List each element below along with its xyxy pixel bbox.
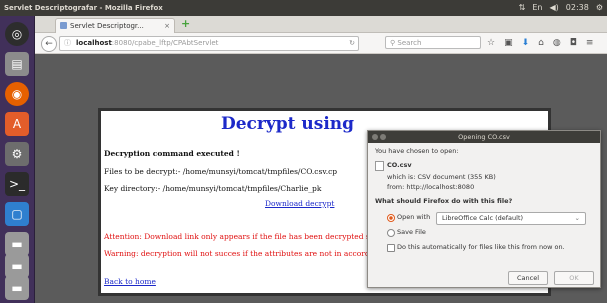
- decryption-status: Decryption command executed !: [104, 149, 240, 158]
- home-icon[interactable]: ⌂: [538, 36, 544, 50]
- url-text: localhost:8080/cpabe_lftp/CPAbtServlet: [76, 37, 218, 50]
- dialog-question: What should Firefox do with this file?: [375, 197, 513, 205]
- save-file-radio[interactable]: [387, 229, 395, 237]
- firefox-icon[interactable]: ◉: [5, 82, 29, 106]
- page-content: Decrypt using Decryption command execute…: [35, 54, 607, 303]
- dialog-titlebar: Opening CO.csv: [368, 131, 600, 143]
- auto-checkbox[interactable]: [387, 244, 395, 252]
- dialog-minimize-icon[interactable]: [380, 134, 386, 140]
- open-file-dialog: Opening CO.csv You have chosen to open: …: [367, 130, 601, 288]
- cancel-button[interactable]: Cancel: [508, 271, 548, 285]
- system-top-bar: Servlet Descriptografar - Mozilla Firefo…: [0, 0, 607, 16]
- software-center-icon[interactable]: A: [5, 112, 29, 136]
- url-host: localhost: [76, 39, 112, 47]
- file-name: CO.csv: [387, 161, 412, 169]
- tab-servlet[interactable]: Servlet Descriptogr... ×: [55, 18, 175, 33]
- drive-icon[interactable]: ▬: [5, 232, 29, 256]
- tab-strip: Servlet Descriptogr... × +: [35, 16, 607, 33]
- volume-icon[interactable]: ◀): [549, 0, 558, 16]
- files-line: Files to be decrypt:- /home/munsyi/tomca…: [104, 167, 338, 176]
- window-title: Servlet Descriptografar - Mozilla Firefo…: [4, 4, 163, 12]
- dialog-title: Opening CO.csv: [458, 133, 510, 141]
- terminal-icon[interactable]: >_: [5, 172, 29, 196]
- application-select[interactable]: LibreOffice Calc (default) ⌄: [436, 212, 586, 225]
- menu-icon[interactable]: ≡: [586, 36, 594, 50]
- page-title: Decrypt using: [221, 114, 355, 134]
- settings-icon[interactable]: ⚙: [596, 0, 603, 16]
- reload-icon[interactable]: ↻: [349, 37, 355, 50]
- tab-label: Servlet Descriptogr...: [70, 22, 144, 30]
- auto-label: Do this automatically for files like thi…: [397, 243, 565, 251]
- search-icon: ⚲: [390, 39, 396, 47]
- toolbar-icons: ☆ ▣ ⬇ ⌂ ◍ ◘ ≡: [487, 36, 593, 50]
- file-source: from: http://localhost:8080: [387, 183, 475, 191]
- pocket-icon[interactable]: ◍: [553, 36, 561, 50]
- url-path: :8080/cpabe_lftp/CPAbtServlet: [111, 39, 219, 47]
- key-directory-line: Key directory:- /home/munsyi/tomcat/tmpf…: [104, 184, 322, 193]
- network-icon[interactable]: ⇅: [519, 0, 526, 16]
- keyboard-icon[interactable]: En: [532, 0, 542, 16]
- open-with-label: Open with: [397, 213, 431, 221]
- drive-icon-3[interactable]: ▬: [5, 276, 29, 300]
- bookmark-star-icon[interactable]: ☆: [487, 36, 495, 50]
- downloads-icon[interactable]: ⬇: [522, 36, 530, 50]
- chosen-label: You have chosen to open:: [375, 147, 459, 155]
- open-with-radio[interactable]: [387, 214, 395, 222]
- search-placeholder: Search: [397, 39, 422, 47]
- ok-button[interactable]: OK: [554, 271, 594, 285]
- url-bar[interactable]: ⓘ localhost:8080/cpabe_lftp/CPAbtServlet…: [59, 36, 359, 51]
- files-icon[interactable]: ▤: [5, 52, 29, 76]
- chevron-down-icon: ⌄: [574, 214, 580, 222]
- firefox-window: Servlet Descriptogr... × + ← ⓘ localhost…: [35, 16, 607, 303]
- bookmarks-menu-icon[interactable]: ▣: [504, 36, 513, 50]
- download-link[interactable]: Download decrypt: [265, 199, 334, 208]
- navigation-bar: ← ⓘ localhost:8080/cpabe_lftp/CPAbtServl…: [35, 33, 607, 54]
- drive-icon-2[interactable]: ▬: [5, 254, 29, 278]
- search-input[interactable]: ⚲ Search: [385, 36, 481, 49]
- site-info-icon[interactable]: ⓘ: [64, 37, 71, 50]
- back-to-home-link[interactable]: Back to home: [104, 277, 156, 286]
- system-settings-icon[interactable]: ⚙: [5, 142, 29, 166]
- launcher: ◎ ▤ ◉ A ⚙ >_ ▢ ▬ ▬ ▬: [0, 16, 35, 303]
- file-icon: [375, 161, 384, 171]
- tab-close-icon[interactable]: ×: [164, 19, 170, 33]
- page-favicon-icon: [60, 22, 67, 29]
- system-tray: ⇅ En ◀) 02:38 ⚙: [519, 0, 603, 16]
- application-value: LibreOffice Calc (default): [442, 214, 524, 222]
- ubuntu-dash-icon[interactable]: ◎: [5, 22, 29, 46]
- save-file-label: Save File: [397, 228, 426, 236]
- back-button[interactable]: ←: [41, 36, 57, 52]
- reader-icon[interactable]: ◘: [570, 36, 577, 50]
- new-tab-button[interactable]: +: [181, 18, 190, 30]
- file-type: which is: CSV document (355 KB): [387, 173, 496, 181]
- dialog-body: You have chosen to open: CO.csv which is…: [368, 143, 600, 287]
- clock[interactable]: 02:38: [566, 0, 589, 16]
- dialog-close-icon[interactable]: [372, 134, 378, 140]
- virtualbox-icon[interactable]: ▢: [5, 202, 29, 226]
